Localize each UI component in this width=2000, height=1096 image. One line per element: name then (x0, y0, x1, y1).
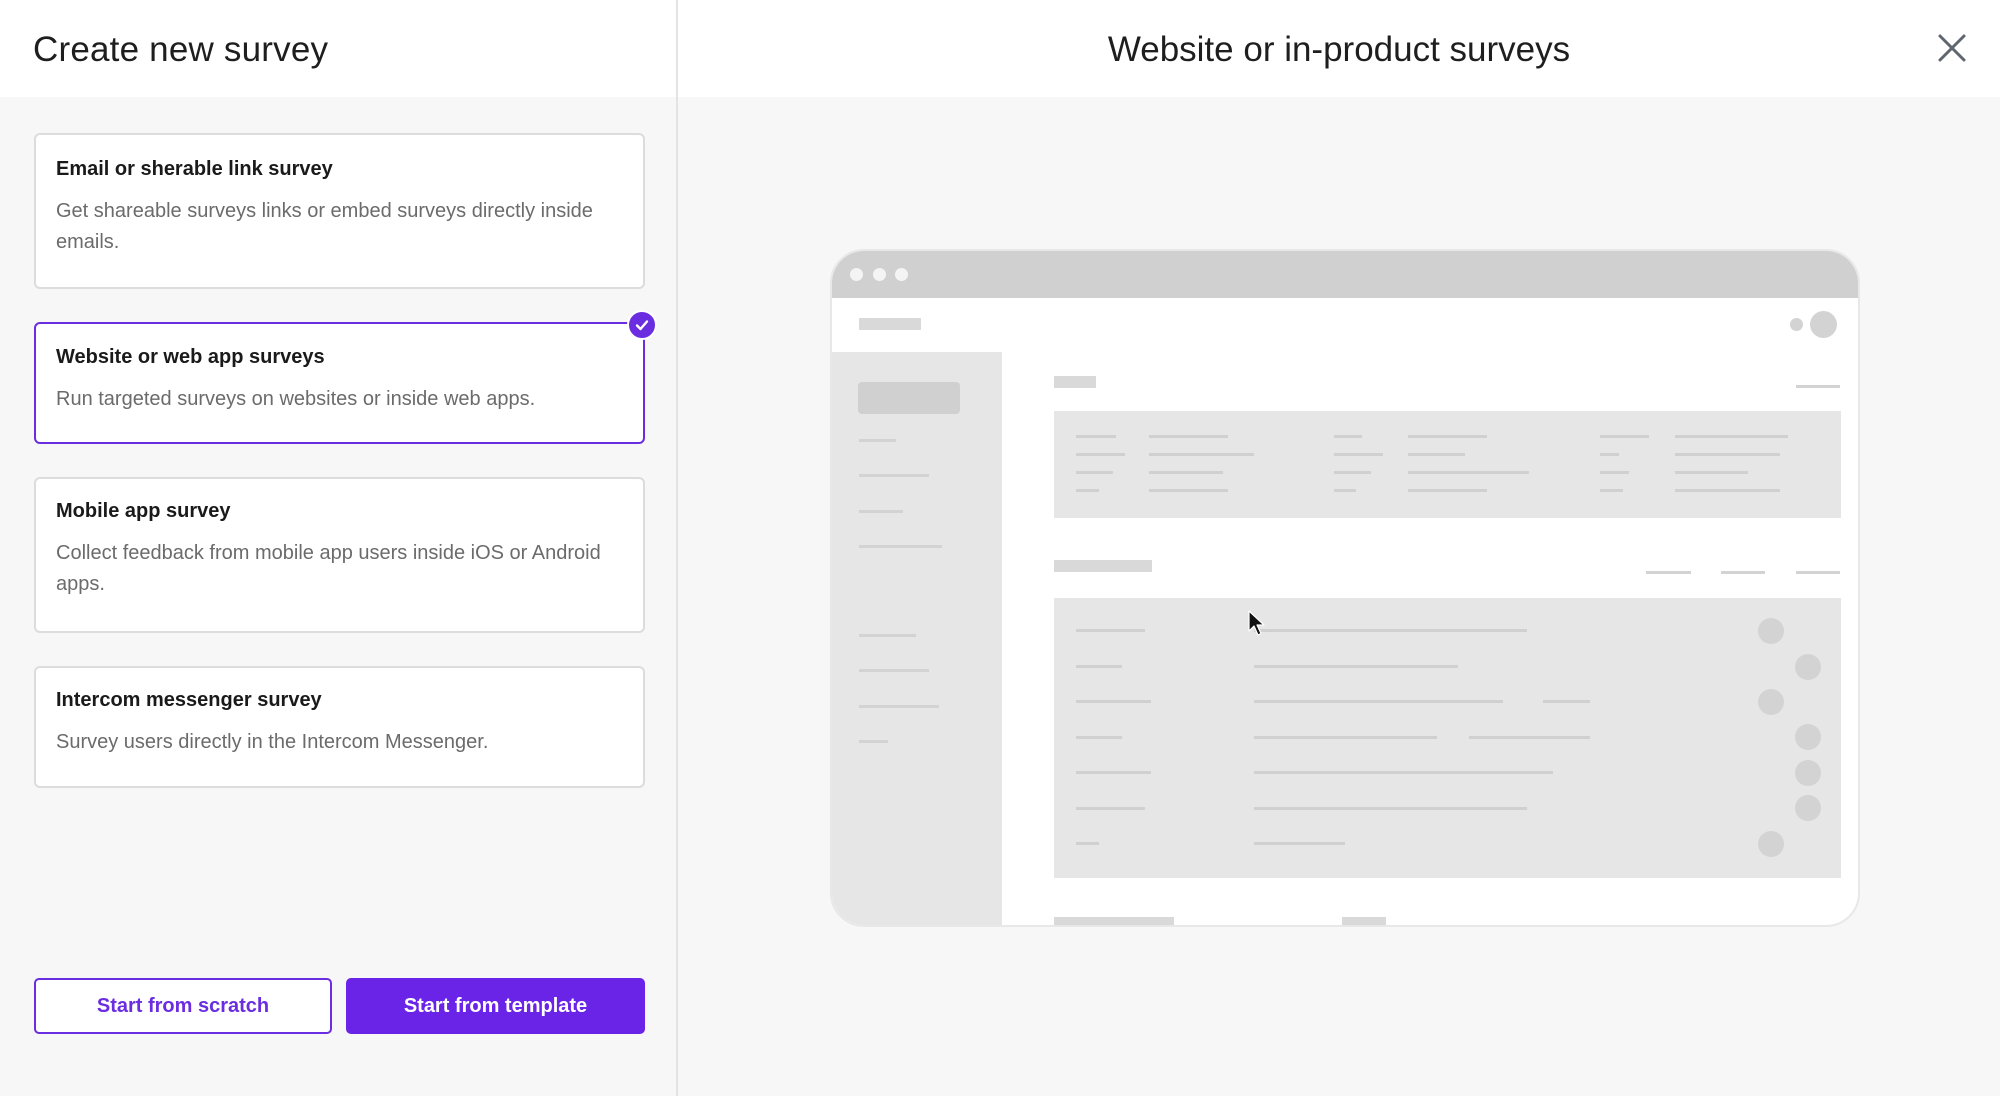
right-header: Website or in-product surveys (678, 0, 2000, 97)
placeholder-line (1076, 771, 1151, 774)
option-title: Website or web app surveys (56, 346, 325, 368)
placeholder-circle (1758, 831, 1784, 857)
placeholder-line (1543, 700, 1590, 703)
start-from-scratch-button[interactable]: Start from scratch (34, 978, 332, 1034)
placeholder-line (1796, 571, 1840, 574)
preview-panel: Website or in-product surveys (678, 0, 2000, 1096)
placeholder-stats-panel (1054, 411, 1841, 518)
placeholder-line (1721, 571, 1765, 574)
placeholder-line (1254, 665, 1458, 668)
option-title: Mobile app survey (56, 500, 231, 522)
placeholder-line (1076, 629, 1145, 632)
placeholder-circle (1795, 724, 1821, 750)
option-title: Intercom messenger survey (56, 689, 322, 711)
option-title: Email or sherable link survey (56, 158, 333, 180)
option-website-survey[interactable]: Website or web app surveys Run targeted … (34, 310, 657, 444)
option-description: Run targeted surveys on websites or insi… (56, 388, 536, 410)
placeholder-line (1600, 453, 1619, 456)
placeholder-line (1149, 453, 1254, 456)
placeholder-heading (1342, 917, 1386, 925)
placeholder-line (1408, 471, 1529, 474)
placeholder-heading (1054, 376, 1096, 388)
preview-title: Website or in-product surveys (1107, 30, 1571, 69)
placeholder-line (1646, 571, 1691, 574)
check-icon (627, 310, 657, 340)
placeholder-dot (1790, 318, 1803, 331)
placeholder-line (859, 669, 929, 672)
window-dot (873, 268, 886, 281)
placeholder-block (858, 382, 960, 414)
option-description: Get shareable surveys links or embed sur… (56, 200, 593, 253)
placeholder-line (1254, 736, 1437, 739)
placeholder-line (1076, 736, 1122, 739)
placeholder-line (859, 510, 903, 513)
placeholder-logo (859, 318, 921, 330)
placeholder-line (1334, 471, 1371, 474)
option-description: Survey users directly in the Intercom Me… (56, 731, 489, 753)
placeholder-line (1076, 842, 1099, 845)
placeholder-line (859, 439, 896, 442)
placeholder-heading (1054, 917, 1174, 925)
option-messenger-survey[interactable]: Intercom messenger survey Survey users d… (34, 666, 645, 788)
placeholder-line (1796, 385, 1840, 388)
placeholder-line (1149, 489, 1228, 492)
survey-type-panel: Create new survey Email or sherable link… (0, 0, 678, 1096)
placeholder-circle (1795, 795, 1821, 821)
mouse-pointer-icon (1248, 610, 1265, 636)
placeholder-line (1076, 435, 1116, 438)
placeholder-line (859, 474, 929, 477)
placeholder-line (1600, 471, 1629, 474)
placeholder-line (1334, 453, 1383, 456)
placeholder-line (1076, 471, 1113, 474)
placeholder-line (1254, 842, 1345, 845)
placeholder-line (1076, 700, 1151, 703)
placeholder-line (1254, 700, 1503, 703)
placeholder-sidebar (832, 352, 1002, 925)
option-description: Collect feedback from mobile app users i… (56, 542, 601, 595)
placeholder-line (1254, 771, 1553, 774)
placeholder-line (1076, 807, 1145, 810)
placeholder-line (1076, 489, 1099, 492)
placeholder-circle (1758, 689, 1784, 715)
window-dot (895, 268, 908, 281)
placeholder-line (1675, 489, 1780, 492)
placeholder-line (1254, 807, 1527, 810)
placeholder-line (1675, 435, 1788, 438)
placeholder-line (1408, 435, 1487, 438)
option-mobile-survey[interactable]: Mobile app survey Collect feedback from … (34, 477, 645, 633)
placeholder-line (1334, 489, 1356, 492)
placeholder-circle (1758, 618, 1784, 644)
website-preview-illustration (830, 249, 1860, 927)
placeholder-line (1334, 435, 1362, 438)
option-email-survey[interactable]: Email or sherable link survey Get sharea… (34, 133, 645, 289)
placeholder-circle (1795, 654, 1821, 680)
close-icon[interactable] (1934, 30, 1970, 66)
placeholder-heading (1054, 560, 1152, 572)
placeholder-line (859, 705, 939, 708)
placeholder-line (1675, 471, 1748, 474)
start-from-template-button[interactable]: Start from template (346, 978, 645, 1034)
placeholder-line (1149, 471, 1223, 474)
placeholder-line (1600, 489, 1623, 492)
placeholder-line (1076, 453, 1125, 456)
placeholder-line (1408, 453, 1465, 456)
left-header: Create new survey (0, 0, 676, 97)
window-dot (850, 268, 863, 281)
placeholder-avatar (1810, 311, 1837, 338)
placeholder-table-panel (1054, 598, 1841, 878)
placeholder-line (1600, 435, 1649, 438)
placeholder-line (1076, 665, 1122, 668)
placeholder-line (1469, 736, 1590, 739)
placeholder-line (1675, 453, 1780, 456)
placeholder-line (1408, 489, 1487, 492)
page-title: Create new survey (33, 30, 329, 69)
placeholder-line (1254, 629, 1527, 632)
placeholder-line (1149, 435, 1228, 438)
placeholder-line (859, 740, 888, 743)
browser-toolbar (832, 251, 1858, 298)
placeholder-line (859, 545, 942, 548)
placeholder-line (859, 634, 916, 637)
placeholder-circle (1795, 760, 1821, 786)
